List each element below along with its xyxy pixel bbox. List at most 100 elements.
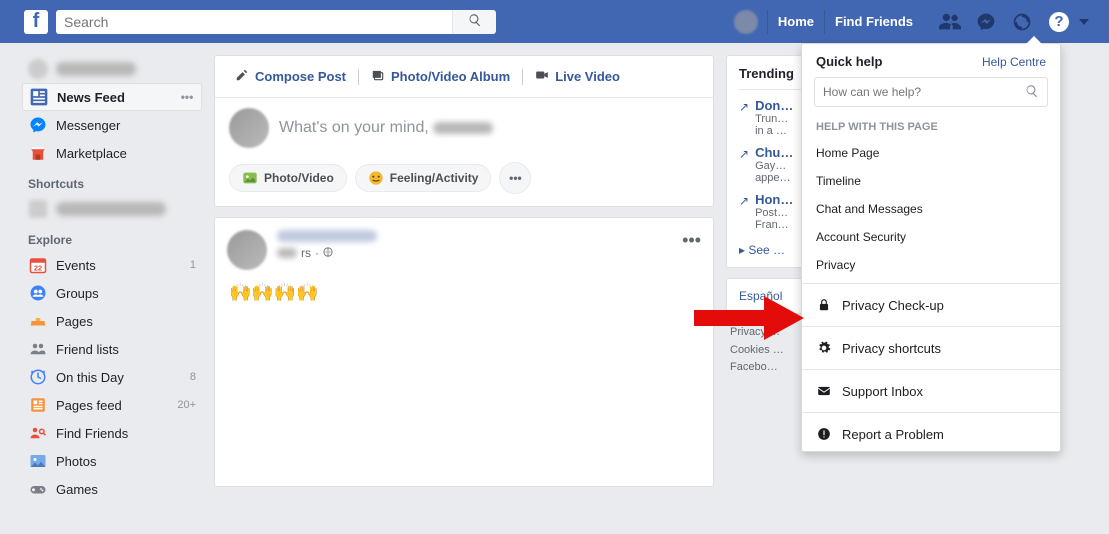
trend-sub: Fran…	[755, 219, 793, 231]
action-privacy-checkup[interactable]: Privacy Check-up	[802, 288, 1060, 322]
post-menu-icon[interactable]: •••	[682, 230, 701, 270]
placeholder-name	[433, 122, 493, 134]
shortcuts-heading: Shortcuts	[22, 167, 202, 195]
groups-icon	[28, 283, 48, 303]
friend-requests-icon[interactable]	[939, 11, 961, 33]
composer-placeholder: What's on your mind,	[279, 119, 493, 137]
search-input[interactable]	[56, 10, 452, 34]
action-report-problem[interactable]: Report a Problem	[802, 417, 1060, 451]
feed-column: Compose Post Photo/Video Album Live Vide…	[214, 55, 714, 503]
composer-body[interactable]: What's on your mind,	[215, 98, 713, 154]
sidebar-item-messenger[interactable]: Messenger	[22, 111, 202, 139]
help-centre-link[interactable]: Help Centre	[982, 55, 1046, 69]
avatar	[28, 59, 48, 79]
see-more-label: See …	[748, 243, 785, 257]
trend-sub: in a …	[755, 125, 793, 137]
sidebar-item-label: Games	[56, 482, 196, 497]
tab-live-video[interactable]: Live Video	[527, 64, 628, 89]
sidebar-item-label: Pages	[56, 314, 196, 329]
tab-compose-post[interactable]: Compose Post	[227, 64, 354, 89]
sidebar-item-label: News Feed	[57, 90, 171, 105]
tab-label: Photo/Video Album	[391, 69, 510, 84]
help-item-privacy[interactable]: Privacy	[802, 251, 1060, 279]
search-icon	[468, 13, 482, 30]
news-feed-options-icon[interactable]: •••	[179, 89, 195, 105]
help-search-input[interactable]	[823, 85, 1025, 99]
sidebar-item-on-this-day[interactable]: On this Day 8	[22, 363, 202, 391]
search-button[interactable]	[452, 10, 496, 34]
action-more[interactable]: •••	[499, 162, 531, 194]
trend-sub: appe…	[755, 172, 793, 184]
divider	[522, 69, 523, 85]
avatar	[734, 10, 758, 34]
help-icon[interactable]: ?	[1049, 12, 1069, 32]
sidebar-item-label: Messenger	[56, 118, 196, 133]
search-icon	[1025, 84, 1039, 101]
action-privacy-shortcuts[interactable]: Privacy shortcuts	[802, 331, 1060, 365]
shortcut-icon	[29, 200, 47, 218]
help-item-security[interactable]: Account Security	[802, 223, 1060, 251]
avatar[interactable]	[227, 230, 267, 270]
friend-lists-icon	[28, 339, 48, 359]
find-friends-link[interactable]: Find Friends	[824, 10, 923, 34]
sidebar-item-label: Photos	[56, 454, 196, 469]
time-blur	[277, 248, 297, 258]
trend-title: Don…	[755, 98, 793, 113]
sidebar-shortcut[interactable]	[22, 195, 202, 223]
trend-sub: Gay…	[755, 160, 793, 172]
tab-photo-album[interactable]: Photo/Video Album	[363, 64, 518, 89]
facebook-logo[interactable]: f	[24, 10, 48, 34]
sidebar-item-photos[interactable]: Photos	[22, 447, 202, 475]
tab-label: Live Video	[555, 69, 620, 84]
sidebar-item-events[interactable]: 22 Events 1	[22, 251, 202, 279]
tab-label: Compose Post	[255, 69, 346, 84]
profile-chip[interactable]	[725, 7, 767, 37]
dropdown-section-label: HELP WITH THIS PAGE	[802, 117, 1060, 139]
svg-text:22: 22	[34, 263, 42, 272]
sidebar-item-friend-lists[interactable]: Friend lists	[22, 335, 202, 363]
sidebar-item-label: Find Friends	[56, 426, 196, 441]
help-item-chat[interactable]: Chat and Messages	[802, 195, 1060, 223]
help-item-timeline[interactable]: Timeline	[802, 167, 1060, 195]
dropdown-title: Quick help	[816, 54, 882, 69]
bluebar-icon-group	[923, 11, 1033, 33]
sidebar-item-marketplace[interactable]: Marketplace	[22, 139, 202, 167]
sidebar-item-find-friends[interactable]: Find Friends	[22, 419, 202, 447]
action-feeling[interactable]: Feeling/Activity	[355, 164, 492, 192]
sidebar-item-pages-feed[interactable]: Pages feed 20+	[22, 391, 202, 419]
badge: 20+	[177, 399, 196, 411]
help-search[interactable]	[814, 77, 1048, 107]
sidebar-item-groups[interactable]: Groups	[22, 279, 202, 307]
placeholder-text: What's on your mind,	[279, 119, 433, 136]
lock-icon	[816, 297, 832, 313]
dropdown-header: Quick help Help Centre	[802, 44, 1060, 77]
action-support-inbox[interactable]: Support Inbox	[802, 374, 1060, 408]
video-icon	[535, 68, 549, 85]
sidebar-item-news-feed[interactable]: News Feed •••	[22, 83, 202, 111]
sidebar-item-pages[interactable]: Pages	[22, 307, 202, 335]
composer-actions: Photo/Video Feeling/Activity •••	[215, 154, 713, 206]
sidebar-profile[interactable]	[22, 55, 202, 83]
sidebar-item-label: Events	[56, 258, 182, 273]
home-link[interactable]: Home	[767, 10, 824, 34]
composer-card: Compose Post Photo/Video Album Live Vide…	[214, 55, 714, 207]
lang-espanol[interactable]: Español	[739, 289, 782, 303]
badge: 1	[190, 259, 196, 271]
sidebar-item-games[interactable]: Games	[22, 475, 202, 503]
notifications-icon[interactable]	[1011, 11, 1033, 33]
album-icon	[371, 68, 385, 85]
action-photo-video[interactable]: Photo/Video	[229, 164, 347, 192]
feeling-icon	[368, 170, 384, 186]
trend-sub: Post…	[755, 207, 793, 219]
help-item-home-page[interactable]: Home Page	[802, 139, 1060, 167]
left-sidebar: News Feed ••• Messenger Marketplace Shor…	[22, 55, 202, 503]
action-label: Privacy shortcuts	[842, 341, 941, 356]
sidebar-item-label: Pages feed	[56, 398, 169, 413]
account-caret-icon[interactable]	[1079, 19, 1089, 25]
avatar	[229, 108, 269, 148]
post-author[interactable]	[277, 230, 377, 242]
envelope-icon	[816, 383, 832, 399]
trend-title: Chu…	[755, 145, 793, 160]
sidebar-item-label: On this Day	[56, 370, 182, 385]
messenger-icon[interactable]	[975, 11, 997, 33]
